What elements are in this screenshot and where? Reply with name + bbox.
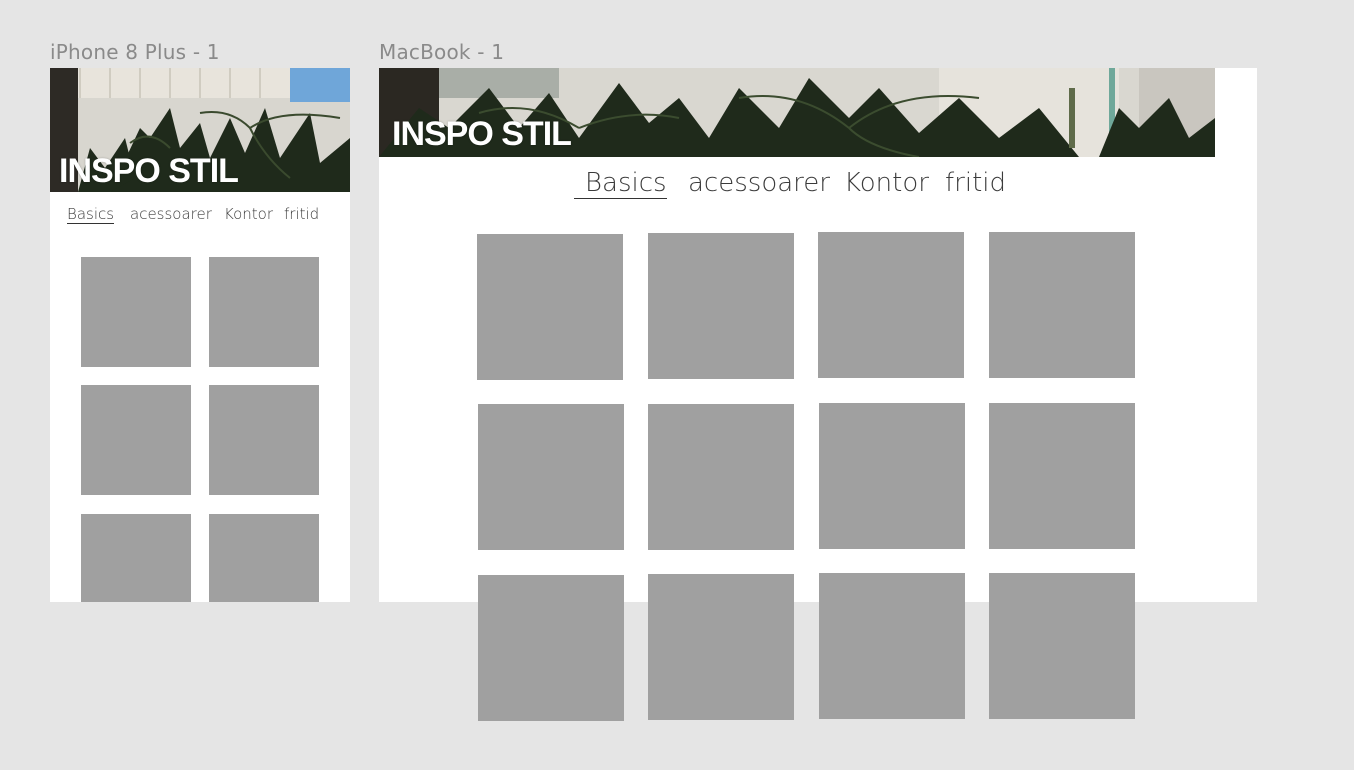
product-tile[interactable] — [478, 575, 624, 721]
nav-item-kontor[interactable]: Kontor — [224, 205, 273, 223]
nav-item-acessoarer[interactable]: acessoarer — [130, 205, 212, 223]
product-tile[interactable] — [81, 385, 191, 495]
main-nav: Basics acessoarer Kontor fritid — [50, 205, 350, 227]
product-tile[interactable] — [989, 573, 1135, 719]
product-tile[interactable] — [819, 403, 965, 549]
product-tile[interactable] — [81, 257, 191, 367]
nav-item-kontor[interactable]: Kontor — [844, 168, 929, 198]
product-tile[interactable] — [989, 232, 1135, 378]
product-tile[interactable] — [209, 514, 319, 602]
hero-title: INSPO STIL — [59, 152, 239, 190]
product-tile[interactable] — [648, 574, 794, 720]
hero-title: INSPO STIL — [392, 115, 572, 153]
main-nav: Basics acessoarer Kontor fritid — [379, 168, 1257, 202]
iphone-frame-label[interactable]: iPhone 8 Plus - 1 — [50, 40, 220, 64]
nav-item-acessoarer[interactable]: acessoarer — [688, 168, 830, 198]
product-tile[interactable] — [81, 514, 191, 602]
product-tile[interactable] — [477, 234, 623, 380]
product-tile[interactable] — [989, 403, 1135, 549]
product-tile[interactable] — [648, 404, 794, 550]
product-tile[interactable] — [478, 404, 624, 550]
nav-item-fritid[interactable]: fritid — [284, 205, 319, 223]
iphone-frame: INSPO STIL Basics acessoarer Kontor frit… — [50, 68, 350, 602]
nav-item-basics[interactable]: Basics — [574, 168, 667, 199]
product-tile[interactable] — [818, 232, 964, 378]
product-tile[interactable] — [209, 385, 319, 495]
nav-item-fritid[interactable]: fritid — [945, 168, 1006, 198]
product-tile[interactable] — [209, 257, 319, 367]
product-tile[interactable] — [648, 233, 794, 379]
macbook-frame-label[interactable]: MacBook - 1 — [379, 40, 504, 64]
nav-item-basics[interactable]: Basics — [67, 205, 115, 224]
product-tile[interactable] — [819, 573, 965, 719]
